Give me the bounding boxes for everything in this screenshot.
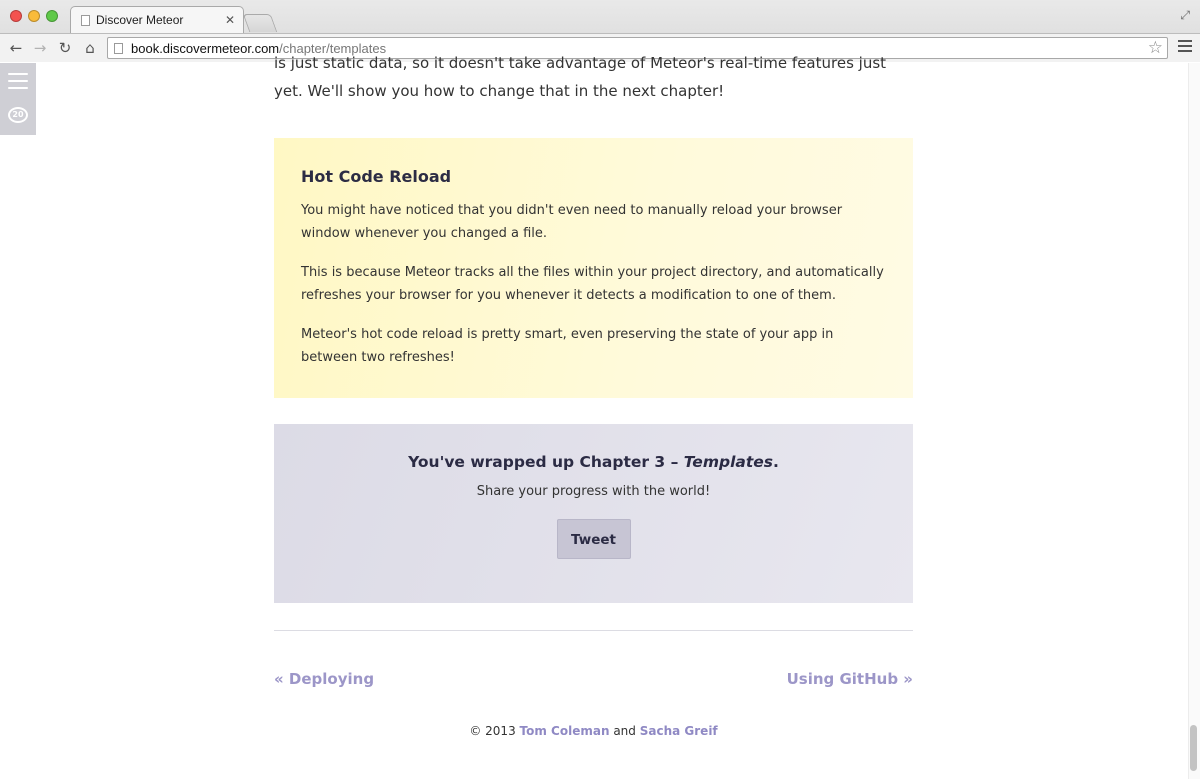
- browser-menu-icon[interactable]: [1178, 40, 1192, 54]
- footer: © 2013 Tom Coleman and Sacha Greif: [274, 724, 913, 738]
- comments-icon[interactable]: 20: [8, 107, 28, 123]
- scrollbar-thumb[interactable]: [1190, 725, 1197, 771]
- note-paragraph: Meteor's hot code reload is pretty smart…: [301, 327, 834, 365]
- note-paragraph: This is because Meteor tracks all the fi…: [301, 265, 884, 303]
- share-heading: You've wrapped up Chapter 3 – Templates.: [274, 453, 913, 471]
- share-heading-chapter: Templates: [683, 453, 773, 471]
- chapter-share-box: You've wrapped up Chapter 3 – Templates.…: [274, 424, 913, 603]
- side-toolbar: 20: [0, 63, 36, 135]
- article-content: is just static data, so it doesn't take …: [274, 54, 913, 738]
- maximize-window-button[interactable]: [46, 10, 58, 22]
- fullscreen-icon[interactable]: ⤢: [1180, 8, 1190, 23]
- window-controls: [10, 10, 58, 22]
- hot-code-reload-note: Hot Code Reload You might have noticed t…: [274, 138, 913, 398]
- back-icon[interactable]: ←: [6, 37, 26, 59]
- copyright-text: © 2013: [469, 724, 516, 738]
- previous-chapter-link[interactable]: « Deploying: [274, 670, 374, 688]
- note-title: Hot Code Reload: [301, 167, 452, 186]
- page-icon: [114, 42, 123, 54]
- close-window-button[interactable]: [10, 10, 22, 22]
- note-paragraph: You might have noticed that you didn't e…: [301, 203, 843, 241]
- hamburger-menu-icon[interactable]: [8, 73, 28, 94]
- browser-tab[interactable]: Discover Meteor ✕: [70, 6, 244, 33]
- share-heading-prefix: You've wrapped up Chapter 3 –: [408, 453, 684, 471]
- author-link-sacha-greif[interactable]: Sacha Greif: [640, 724, 718, 738]
- new-tab-button[interactable]: [242, 14, 278, 32]
- divider: [274, 630, 913, 631]
- page-icon: [81, 14, 90, 26]
- minimize-window-button[interactable]: [28, 10, 40, 22]
- tab-title: Discover Meteor: [96, 13, 184, 27]
- reload-icon[interactable]: ↻: [55, 37, 75, 59]
- share-heading-suffix: .: [773, 453, 779, 471]
- page-scrollbar[interactable]: [1188, 63, 1200, 779]
- tweet-button[interactable]: Tweet: [556, 519, 631, 559]
- share-subtext: Share your progress with the world!: [476, 484, 711, 499]
- tab-close-icon[interactable]: ✕: [225, 13, 235, 27]
- next-chapter-link[interactable]: Using GitHub »: [787, 670, 913, 688]
- footer-conjunction: and: [613, 724, 636, 738]
- author-link-tom-coleman[interactable]: Tom Coleman: [520, 724, 610, 738]
- url-host: book.discovermeteor.com: [131, 40, 280, 56]
- forward-icon[interactable]: →: [30, 37, 50, 59]
- bookmark-star-icon[interactable]: ☆: [1148, 38, 1163, 58]
- home-icon[interactable]: ⌂: [80, 37, 100, 59]
- intro-paragraph: is just static data, so it doesn't take …: [274, 54, 887, 100]
